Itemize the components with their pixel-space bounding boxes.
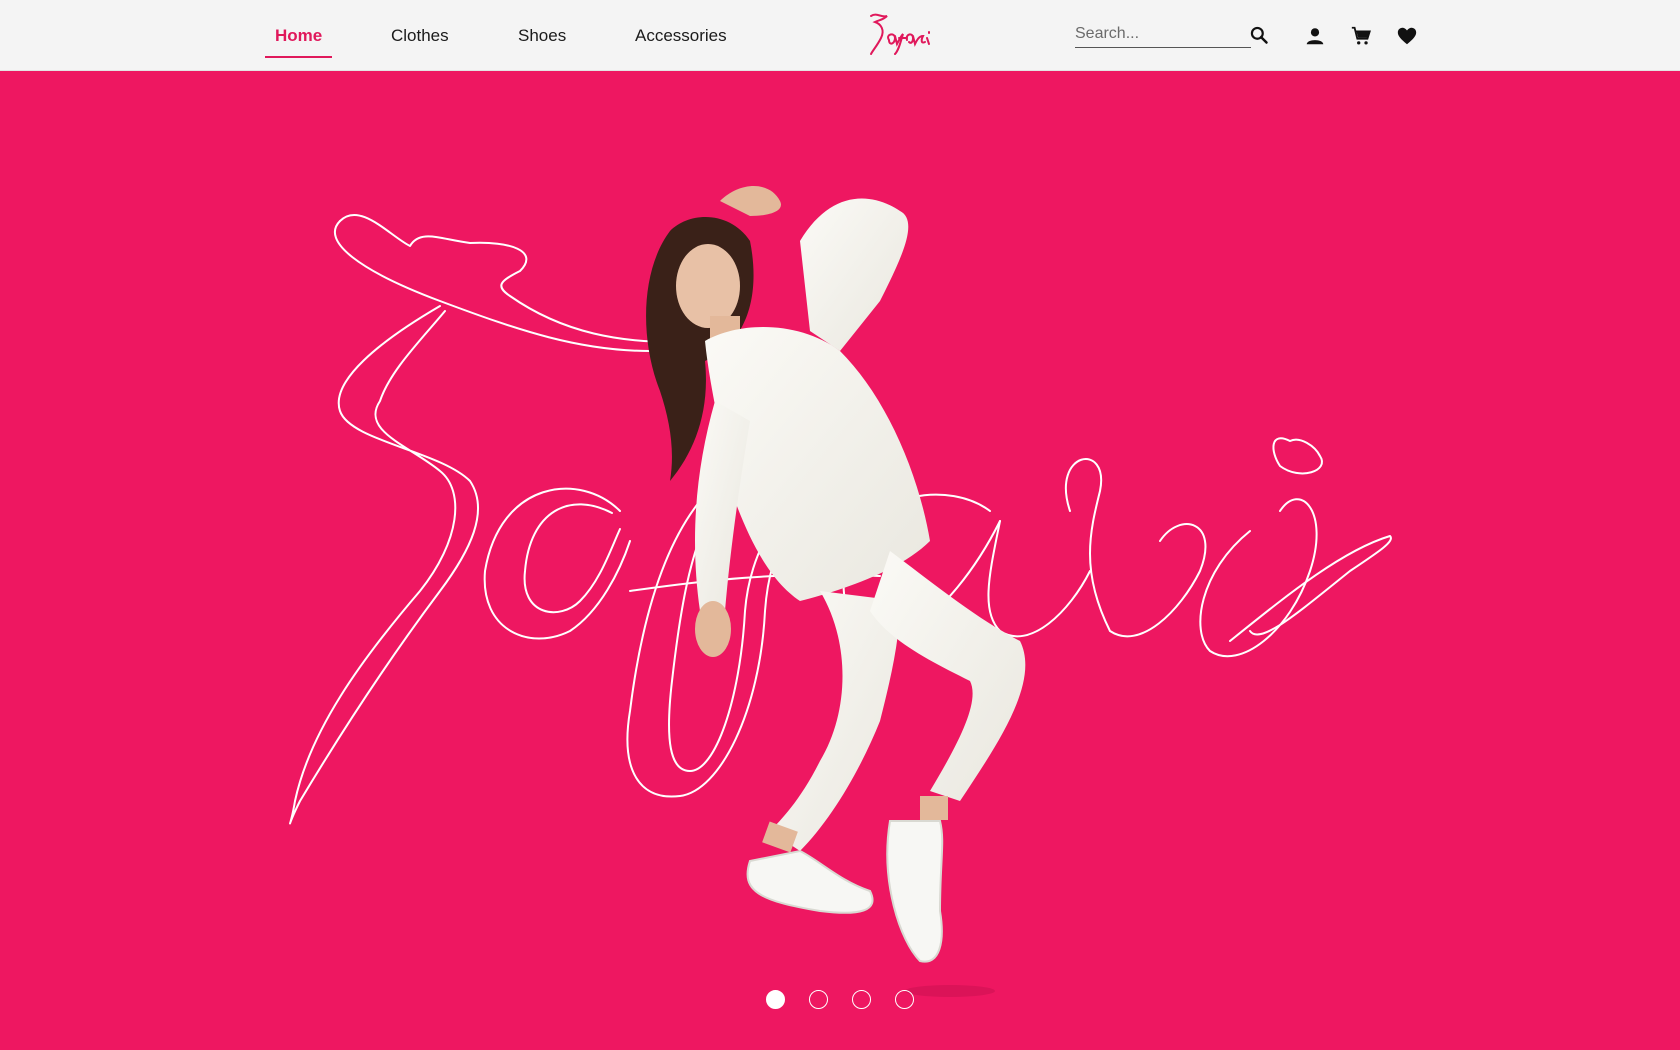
nav-accessories-link[interactable]: Accessories (635, 26, 727, 56)
carousel-dot-4[interactable] (895, 990, 914, 1009)
safari-logo[interactable] (865, 10, 945, 58)
search-field-wrapper (1075, 22, 1251, 48)
heart-icon[interactable] (1396, 25, 1418, 47)
nav-clothes-link[interactable]: Clothes (391, 26, 449, 56)
hero-banner (0, 71, 1680, 1050)
top-navbar: Home Clothes Shoes Accessories (0, 0, 1680, 71)
cart-icon[interactable] (1350, 25, 1372, 47)
nav-home-link[interactable]: Home (264, 26, 333, 58)
hero-model-image (646, 186, 1026, 997)
search-icon[interactable] (1249, 25, 1269, 45)
carousel-dot-1[interactable] (766, 990, 785, 1009)
search-input[interactable] (1075, 22, 1251, 46)
carousel-dot-3[interactable] (852, 990, 871, 1009)
carousel-dot-2[interactable] (809, 990, 828, 1009)
user-icon[interactable] (1304, 25, 1326, 47)
nav-shoes-link[interactable]: Shoes (518, 26, 566, 56)
